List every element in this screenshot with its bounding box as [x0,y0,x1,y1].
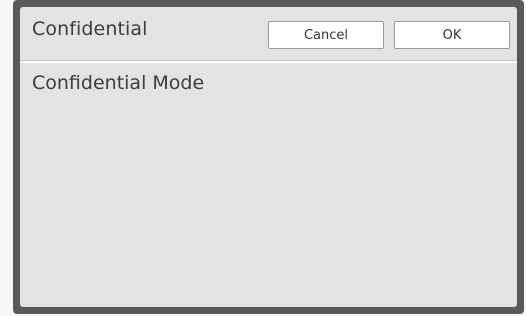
dialog-header: Confidential Cancel OK [20,7,517,60]
dialog-frame: Confidential Cancel OK Confidential Mode [13,0,524,314]
dialog-title: Confidential [32,18,148,40]
header-divider [20,60,517,63]
dialog-panel: Confidential Cancel OK Confidential Mode [20,7,517,307]
cancel-button[interactable]: Cancel [268,21,384,49]
confidential-mode-label: Confidential Mode [32,72,205,94]
ok-button[interactable]: OK [394,21,510,49]
